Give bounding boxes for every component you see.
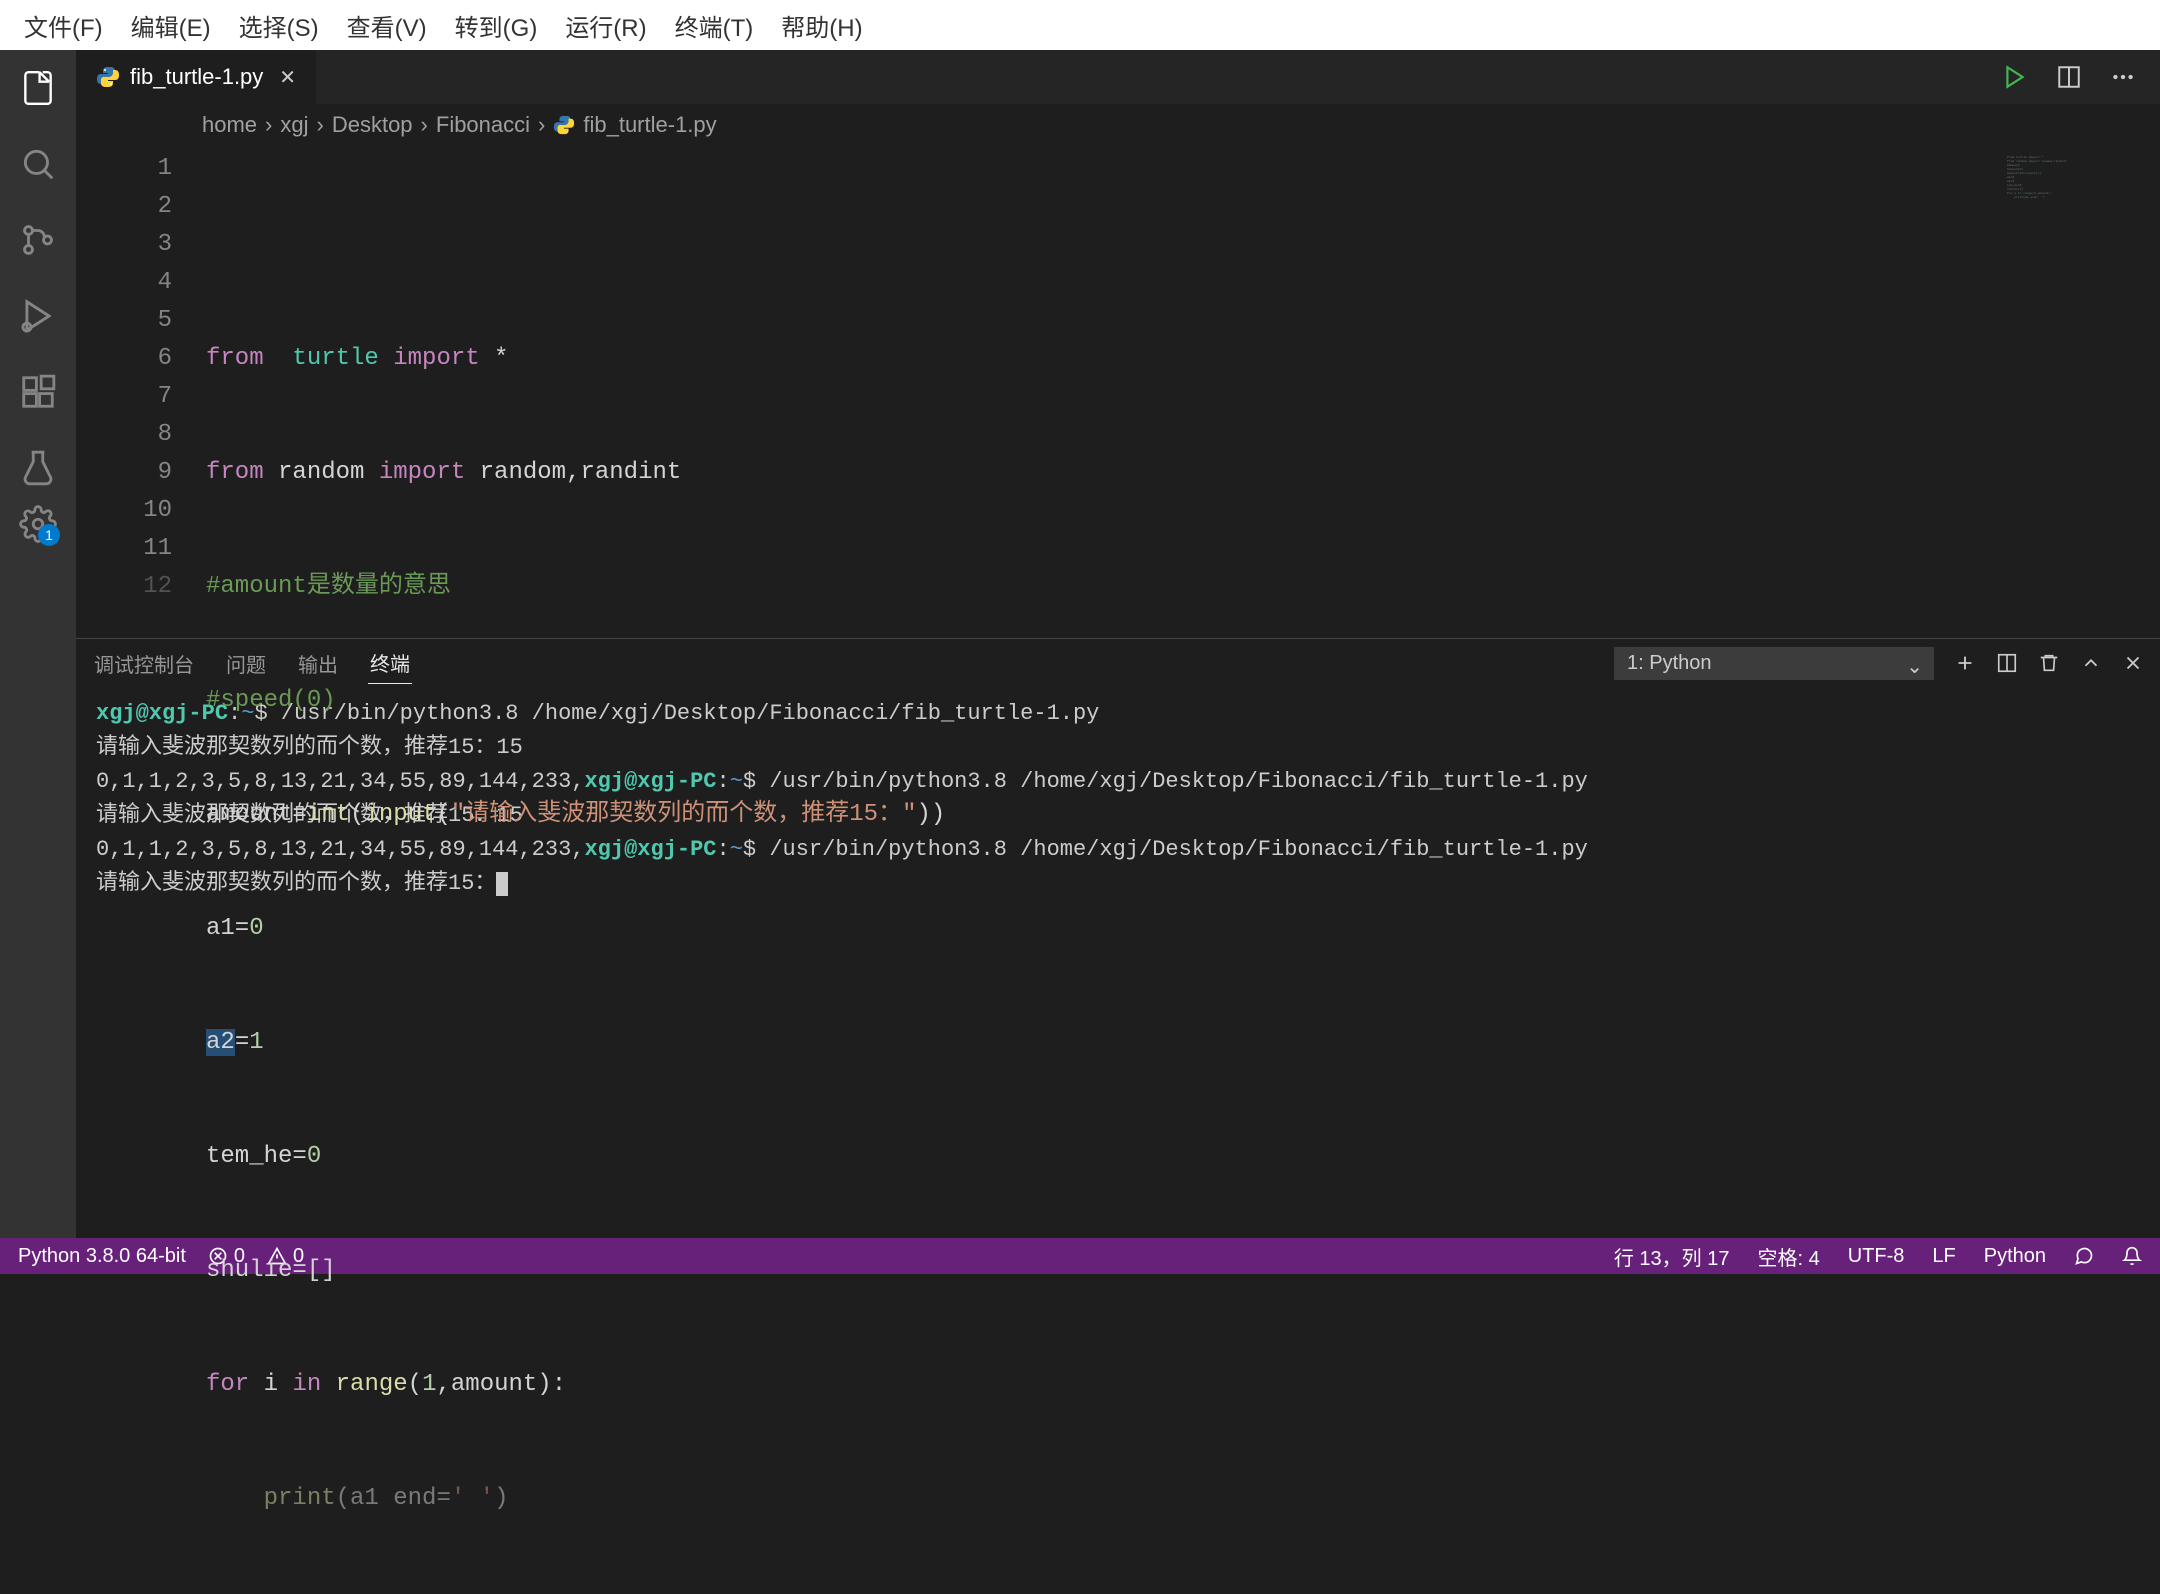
- tab-fib-turtle[interactable]: fib_turtle-1.py ✕: [76, 50, 317, 104]
- menu-selection[interactable]: 选择(S): [225, 5, 333, 46]
- line-gutter: 1 2 3 4 5 6 7 8 9 10 11 12: [76, 150, 206, 638]
- explorer-icon[interactable]: [18, 68, 58, 108]
- chevron-down-icon: ⌄: [1906, 654, 1923, 679]
- crumb-home[interactable]: home: [202, 112, 257, 138]
- testing-icon[interactable]: [18, 448, 58, 488]
- python-file-icon: [553, 114, 575, 136]
- status-python-version[interactable]: Python 3.8.0 64-bit: [18, 1245, 186, 1268]
- menu-edit[interactable]: 编辑(E): [117, 5, 225, 46]
- terminal-selector[interactable]: 1: Python ⌄: [1614, 647, 1934, 680]
- split-editor-icon[interactable]: [2056, 64, 2082, 90]
- tab-label: fib_turtle-1.py: [130, 64, 263, 90]
- chevron-right-icon: ›: [317, 112, 324, 138]
- panel-tab-debug-console[interactable]: 调试控制台: [92, 643, 196, 684]
- code-editor[interactable]: 1 2 3 4 5 6 7 8 9 10 11 12 from turtle i…: [76, 150, 2160, 638]
- menu-run[interactable]: 运行(R): [551, 5, 660, 46]
- code-content[interactable]: from turtle import * from random import …: [206, 150, 2160, 638]
- menu-file[interactable]: 文件(F): [10, 5, 117, 46]
- settings-gear-icon[interactable]: 1: [18, 504, 58, 544]
- extensions-icon[interactable]: [18, 372, 58, 412]
- close-icon[interactable]: ✕: [279, 65, 296, 90]
- chevron-right-icon: ›: [265, 112, 272, 138]
- python-file-icon: [96, 65, 120, 89]
- menu-terminal[interactable]: 终端(T): [661, 5, 768, 46]
- editor-tabs: fib_turtle-1.py ✕: [76, 50, 2160, 104]
- chevron-right-icon: ›: [421, 112, 428, 138]
- menu-view[interactable]: 查看(V): [333, 5, 441, 46]
- chevron-right-icon: ›: [538, 112, 545, 138]
- menu-go[interactable]: 转到(G): [441, 5, 552, 46]
- activity-bar: 1: [0, 50, 76, 1238]
- crumb-filename[interactable]: fib_turtle-1.py: [583, 112, 716, 138]
- menu-help[interactable]: 帮助(H): [767, 5, 876, 46]
- minimap[interactable]: from turtle import * from random import …: [2000, 150, 2160, 638]
- crumb-xgj[interactable]: xgj: [280, 112, 308, 138]
- search-icon[interactable]: [18, 144, 58, 184]
- menubar: 文件(F) 编辑(E) 选择(S) 查看(V) 转到(G) 运行(R) 终端(T…: [0, 0, 2160, 50]
- run-file-icon[interactable]: [2002, 64, 2028, 90]
- breadcrumb: home › xgj › Desktop › Fibonacci › fib_t…: [76, 104, 2160, 150]
- crumb-fibonacci[interactable]: Fibonacci: [436, 112, 530, 138]
- crumb-desktop[interactable]: Desktop: [332, 112, 413, 138]
- source-control-icon[interactable]: [18, 220, 58, 260]
- more-actions-icon[interactable]: [2110, 64, 2136, 90]
- settings-badge: 1: [38, 524, 60, 546]
- editor-area: fib_turtle-1.py ✕ home › xgj › Desktop: [76, 50, 2160, 1238]
- run-debug-icon[interactable]: [18, 296, 58, 336]
